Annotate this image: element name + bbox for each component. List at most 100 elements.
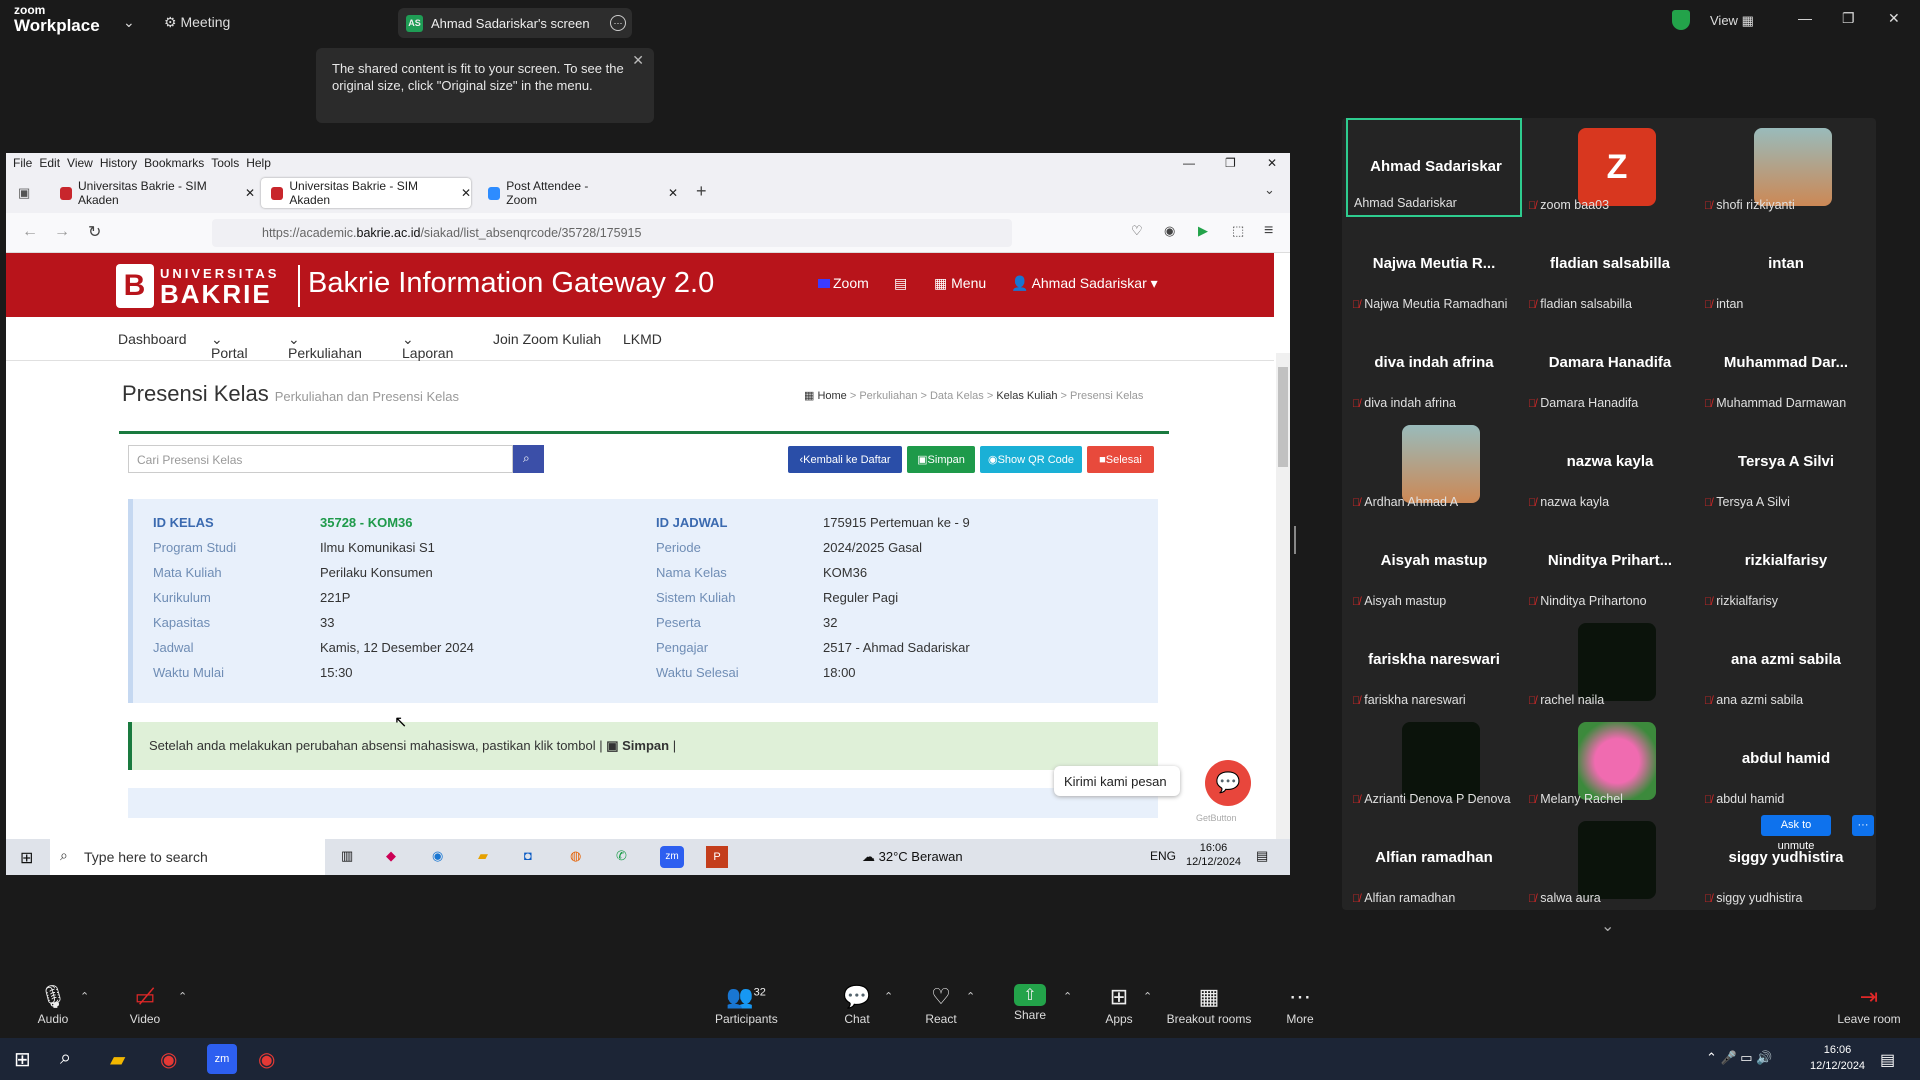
tab-2[interactable]: Universitas Bakrie - SIM Akaden ✕	[261, 178, 471, 208]
participant-tile[interactable]: 🎙̸ Azrianti Denova P Denova	[1346, 712, 1522, 811]
nav-portal[interactable]: Portal ⌄	[211, 331, 248, 361]
participant-tile[interactable]: diva indah afrina 🎙̸ diva indah afrina	[1346, 316, 1522, 415]
more-options-button[interactable]: ···	[1852, 815, 1874, 836]
scrollbar[interactable]	[1276, 353, 1290, 875]
finish-button[interactable]: ■ Selesai	[1087, 446, 1154, 473]
back-icon[interactable]: ←	[22, 223, 38, 241]
participant-tile[interactable]: ana azmi sabila 🎙̸ ana azmi sabila	[1698, 613, 1874, 712]
document-icon[interactable]: ▤	[894, 275, 907, 292]
save-button[interactable]: ▣ Simpan	[907, 446, 975, 473]
menu-edit[interactable]: Edit	[39, 156, 60, 170]
taskbar-search[interactable]: ⌕ Type here to search	[50, 839, 325, 875]
search-button[interactable]: ⌕	[513, 445, 544, 473]
windows-icon[interactable]: ⊞	[20, 848, 33, 868]
chevron-down-icon[interactable]: ⌄	[1601, 916, 1614, 936]
chevron-up-icon[interactable]: ⌃	[1063, 990, 1072, 1003]
copilot-icon[interactable]: ◆	[386, 848, 396, 864]
participant-tile[interactable]: Ahmad Sadariskar Ahmad Sadariskar	[1346, 118, 1522, 217]
react-button[interactable]: ♡ React	[925, 984, 957, 1026]
chat-bubble[interactable]: Kirimi kami pesan	[1054, 766, 1180, 796]
powerpoint-icon[interactable]: P	[706, 846, 728, 868]
clock[interactable]: 16:06 12/12/2024	[1810, 1042, 1865, 1074]
account-icon[interactable]: ◉	[1164, 223, 1175, 239]
share-button[interactable]: ⇧ Share	[1014, 984, 1046, 1022]
chat-icon[interactable]: 💬	[1205, 760, 1251, 806]
pocket-icon[interactable]: ♡	[1131, 223, 1143, 239]
clock[interactable]: 16:06 12/12/2024	[1186, 841, 1241, 869]
participant-tile[interactable]: Ninditya Prihart... 🎙̸ Ninditya Prihartono	[1522, 514, 1698, 613]
menu-view[interactable]: View	[67, 156, 93, 170]
tab-1[interactable]: Universitas Bakrie - SIM Akaden ✕	[50, 178, 255, 208]
play-icon[interactable]: ▶	[1198, 223, 1208, 239]
chevron-up-icon[interactable]: ⌃	[884, 990, 893, 1003]
chrome-icon[interactable]: ◉	[258, 1047, 275, 1072]
chevron-up-icon[interactable]: ⌃	[80, 990, 89, 1003]
breadcrumb-item[interactable]: Data Kelas	[930, 390, 984, 402]
participant-tile[interactable]: fariskha nareswari 🎙̸ fariskha nareswari	[1346, 613, 1522, 712]
task-view-icon[interactable]: ▥	[341, 848, 353, 864]
close-icon[interactable]: ✕	[1267, 156, 1277, 170]
participant-tile[interactable]: intan 🎙̸ intan	[1698, 217, 1874, 316]
language[interactable]: ENG	[1150, 849, 1176, 863]
participant-tile[interactable]: 🎙̸ rachel naila	[1522, 613, 1698, 712]
menu-history[interactable]: History	[100, 156, 137, 170]
shield-icon[interactable]	[1672, 10, 1690, 30]
windows-icon[interactable]: ⊞	[14, 1047, 31, 1072]
participant-tile[interactable]: Alfian ramadhan 🎙̸ Alfian ramadhan	[1346, 811, 1522, 910]
tray-icons[interactable]: ⌃ 🎤 ▭ 🔊	[1706, 1050, 1772, 1066]
extensions-icon[interactable]: ⬚	[1232, 223, 1244, 239]
nav-laporan[interactable]: Laporan ⌄	[402, 331, 453, 361]
nav-lkmd[interactable]: LKMD	[623, 331, 662, 347]
search-input[interactable]: Cari Presensi Kelas	[128, 445, 513, 473]
participant-tile[interactable]: 🎙̸ salwa aura	[1522, 811, 1698, 910]
leave-room-button[interactable]: ⇥ Leave room	[1836, 984, 1902, 1026]
apps-button[interactable]: ⊞ Apps	[1104, 984, 1134, 1026]
share-indicator[interactable]: AS Ahmad Sadariskar's screen ⋯	[398, 8, 632, 38]
restore-icon[interactable]: ❐	[1225, 156, 1236, 170]
meeting-menu[interactable]: ⚙ Meeting	[164, 14, 230, 31]
more-icon[interactable]: ⋯	[610, 15, 626, 31]
participant-tile[interactable]: Muhammad Dar... 🎙̸ Muhammad Darmawan	[1698, 316, 1874, 415]
participant-tile[interactable]: rizkialfarisy 🎙̸ rizkialfarisy	[1698, 514, 1874, 613]
notifications-icon[interactable]: ▤	[1256, 848, 1268, 864]
tab-list-icon[interactable]: ▣	[18, 185, 30, 201]
nav-dashboard[interactable]: Dashboard	[118, 331, 187, 347]
forward-icon[interactable]: →	[54, 223, 70, 241]
participant-tile[interactable]: Damara Hanadifa 🎙̸ Damara Hanadifa	[1522, 316, 1698, 415]
nav-join-zoom[interactable]: Join Zoom Kuliah	[493, 331, 601, 347]
chat-button[interactable]: 💬 Chat	[842, 984, 872, 1026]
university-logo[interactable]: B UNIVERSITAS BAKRIE	[116, 263, 279, 309]
audio-button[interactable]: 🎙 Audio	[34, 984, 72, 1026]
chrome-icon[interactable]: ◉	[160, 1047, 177, 1072]
restore-button[interactable]: ❐	[1842, 10, 1855, 27]
weather[interactable]: ☁ 32°C Berawan	[862, 849, 963, 865]
participant-tile[interactable]: 🎙̸ Ardhan Ahmad A	[1346, 415, 1522, 514]
breadcrumb-home[interactable]: ▦ Home	[804, 390, 847, 402]
firefox-icon[interactable]: ◍	[570, 848, 581, 864]
notifications-icon[interactable]: ▤	[1880, 1050, 1895, 1070]
minimize-button[interactable]: —	[1798, 10, 1812, 26]
menu-file[interactable]: File	[13, 156, 32, 170]
search-icon[interactable]: ⌕	[60, 1047, 71, 1070]
participants-button[interactable]: 👥32 Participants	[715, 984, 778, 1026]
splitter-handle[interactable]	[1294, 526, 1296, 554]
chevron-down-icon[interactable]: ⌄	[123, 14, 135, 31]
participant-tile[interactable]: 🎙̸ shofi rizkiyanti	[1698, 118, 1874, 217]
folder-icon[interactable]: ▰	[110, 1047, 125, 1072]
breakout-rooms-button[interactable]: ▦ Breakout rooms	[1166, 984, 1252, 1026]
video-button[interactable]: ▭̸ Video	[126, 984, 164, 1026]
zoom-link[interactable]: Zoom	[818, 275, 869, 291]
breadcrumb-item[interactable]: Perkuliahan	[859, 390, 917, 402]
chevron-up-icon[interactable]: ⌃	[178, 990, 187, 1003]
edge-icon[interactable]: ◉	[432, 848, 443, 864]
participant-tile[interactable]: 🎙̸ Melany Rachel	[1522, 712, 1698, 811]
minimize-icon[interactable]: —	[1183, 156, 1195, 170]
tab-3[interactable]: Post Attendee - Zoom ✕	[478, 178, 678, 208]
zoom-app-icon[interactable]: zm	[207, 1044, 237, 1074]
participant-tile[interactable]: Tersya A Silvi 🎙̸ Tersya A Silvi	[1698, 415, 1874, 514]
participant-tile[interactable]: fladian salsabilla 🎙̸ fladian salsabilla	[1522, 217, 1698, 316]
close-button[interactable]: ✕	[1888, 10, 1900, 27]
menu-link[interactable]: ▦ Menu	[934, 275, 986, 292]
new-tab-icon[interactable]: +	[696, 181, 707, 202]
show-qr-button[interactable]: ◉ Show QR Code	[980, 446, 1082, 473]
